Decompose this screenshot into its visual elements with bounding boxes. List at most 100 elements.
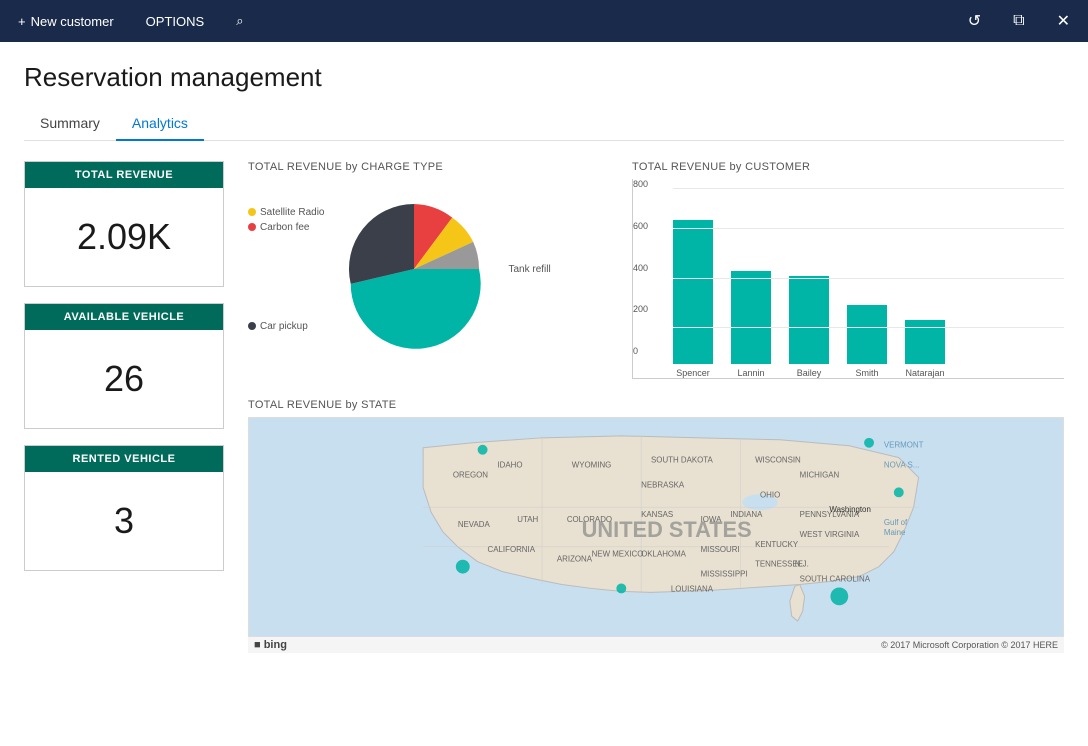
charts-top-row: TOTAL REVENUE by CHARGE TYPE Satellite R… <box>248 161 1064 379</box>
kpi-available-vehicle-value: 26 <box>25 330 223 428</box>
bar-group-natarajan: Natarajan <box>905 320 945 378</box>
options-label: OPTIONS <box>146 14 205 29</box>
map-container: OREGON IDAHO WYOMING SOUTH DAKOTA WISCON… <box>248 417 1064 637</box>
kpi-available-vehicle-header: AVAILABLE VEHICLE <box>25 304 223 330</box>
map-label-arizona: ARIZONA <box>557 555 593 564</box>
bar-label-lannin: Lannin <box>737 368 764 378</box>
pie-chart-title: TOTAL REVENUE by CHARGE TYPE <box>248 161 608 173</box>
legend-car-pickup-dot <box>248 322 256 330</box>
map-label-ohio: OHIO <box>760 490 780 499</box>
map-label-mississippi: MISSISSIPPI <box>701 570 748 579</box>
map-label-nc: N.J. <box>795 560 809 569</box>
bar-label-bailey: Bailey <box>797 368 822 378</box>
bar-chart-title: TOTAL REVENUE by CUSTOMER <box>632 161 1064 173</box>
pie-container: Satellite Radio Carbon fee Car pickup <box>248 179 608 359</box>
bar-spencer <box>673 220 713 365</box>
map-label-wv: WEST VIRGINIA <box>800 530 860 539</box>
legend-carbon-fee-dot <box>248 223 256 231</box>
legend-carbon-fee-label: Carbon fee <box>260 222 309 233</box>
bar-group-bailey: Bailey <box>789 276 829 378</box>
page-content: Reservation management Summary Analytics… <box>0 42 1088 746</box>
y-label-0: 0 <box>633 346 648 356</box>
map-title: TOTAL REVENUE by STATE <box>248 399 1064 411</box>
pie-chart-svg <box>334 189 494 349</box>
map-label-oregon: OREGON <box>453 470 488 479</box>
pie-tank-refill <box>351 269 481 349</box>
charts-column: TOTAL REVENUE by CHARGE TYPE Satellite R… <box>248 161 1064 653</box>
bar-group-smith: Smith <box>847 305 887 379</box>
new-customer-button[interactable]: + New customer <box>10 10 122 33</box>
map-label-oklahoma: OKLAHOMA <box>641 550 687 559</box>
map-dot-idaho <box>478 445 488 455</box>
close-button[interactable]: ✕ <box>1049 7 1078 35</box>
legend-car-pickup: Car pickup <box>248 321 324 332</box>
kpi-rented-vehicle-value: 3 <box>25 472 223 570</box>
tab-analytics[interactable]: Analytics <box>116 107 204 141</box>
bar-group-lannin: Lannin <box>731 271 771 379</box>
pie-chart-section: TOTAL REVENUE by CHARGE TYPE Satellite R… <box>248 161 608 379</box>
map-label-sc: SOUTH CAROLINA <box>800 575 871 584</box>
options-button[interactable]: OPTIONS <box>138 10 213 33</box>
new-customer-label: New customer <box>31 14 114 29</box>
bar-smith <box>847 305 887 365</box>
tabs: Summary Analytics <box>24 107 1064 141</box>
map-dot-georgia <box>830 587 848 605</box>
map-label-south-dakota: SOUTH DAKOTA <box>651 456 714 465</box>
y-label-400: 400 <box>633 263 648 273</box>
kpi-rented-vehicle: RENTED VEHICLE 3 <box>24 445 224 571</box>
map-copyright: © 2017 Microsoft Corporation © 2017 HERE <box>881 640 1058 650</box>
map-label-washington: Washington <box>829 505 870 514</box>
map-label-louisiana: LOUISIANA <box>671 584 714 593</box>
map-label-new-mexico: NEW MEXICO <box>592 550 644 559</box>
map-label-gulf: Gulf of <box>884 518 908 527</box>
map-label-nebraska: NEBRASKA <box>641 480 685 489</box>
bar-label-spencer: Spencer <box>676 368 710 378</box>
y-label-800: 800 <box>633 179 648 189</box>
map-dot-california <box>456 560 470 574</box>
analytics-layout: TOTAL REVENUE 2.09K AVAILABLE VEHICLE 26… <box>24 161 1064 653</box>
y-label-600: 600 <box>633 221 648 231</box>
popout-button[interactable]: ⧉ <box>1005 8 1032 34</box>
kpi-total-revenue-header: TOTAL REVENUE <box>25 162 223 188</box>
bar-natarajan <box>905 320 945 364</box>
kpi-total-revenue-value: 2.09K <box>25 188 223 286</box>
search-button[interactable]: ⌕ <box>228 9 251 33</box>
map-section: TOTAL REVENUE by STATE <box>248 399 1064 653</box>
map-dot-texas <box>616 583 626 593</box>
grid-line-600 <box>673 228 1064 229</box>
bar-label-natarajan: Natarajan <box>905 368 944 378</box>
map-svg: OREGON IDAHO WYOMING SOUTH DAKOTA WISCON… <box>249 418 1063 636</box>
legend-satellite-radio-dot <box>248 208 256 216</box>
bar-chart-section: TOTAL REVENUE by CUSTOMER 0 200 400 600 … <box>632 161 1064 379</box>
map-label-kentucky: KENTUCKY <box>755 540 799 549</box>
grid-line-800 <box>673 188 1064 189</box>
map-dot-maine <box>864 438 874 448</box>
tank-refill-label: Tank refill <box>508 264 550 275</box>
kpi-total-revenue: TOTAL REVENUE 2.09K <box>24 161 224 287</box>
map-footer: ■ bing © 2017 Microsoft Corporation © 20… <box>248 637 1064 653</box>
legend-carbon-fee: Carbon fee <box>248 222 324 233</box>
map-label-wisconsin: WISCONSIN <box>755 456 801 465</box>
kpi-column: TOTAL REVENUE 2.09K AVAILABLE VEHICLE 26… <box>24 161 224 653</box>
y-label-200: 200 <box>633 304 648 314</box>
legend-satellite-radio: Satellite Radio <box>248 207 324 218</box>
top-bar: + New customer OPTIONS ⌕ ↺ ⧉ ✕ <box>0 0 1088 42</box>
page-title: Reservation management <box>24 62 1064 93</box>
map-label-nevada: NEVADA <box>458 520 491 529</box>
legend-car-pickup-label: Car pickup <box>260 321 308 332</box>
tab-summary[interactable]: Summary <box>24 107 116 141</box>
map-label-michigan: MICHIGAN <box>800 470 840 479</box>
bar-bailey <box>789 276 829 364</box>
legend-satellite-radio-label: Satellite Radio <box>260 207 324 218</box>
map-label-idaho: IDAHO <box>497 461 522 470</box>
bar-group-spencer: Spencer <box>673 220 713 379</box>
kpi-rented-vehicle-header: RENTED VEHICLE <box>25 446 223 472</box>
bing-logo: ■ bing <box>254 639 287 651</box>
map-label-missouri: MISSOURI <box>701 545 740 554</box>
y-axis-labels: 0 200 400 600 800 <box>633 179 648 358</box>
map-label-california: CALIFORNIA <box>488 545 536 554</box>
refresh-button[interactable]: ↺ <box>960 7 989 35</box>
map-dot-nj <box>894 487 904 497</box>
pie-legend: Satellite Radio Carbon fee Car pickup <box>248 207 324 332</box>
map-label-maine2: Maine <box>884 528 906 537</box>
